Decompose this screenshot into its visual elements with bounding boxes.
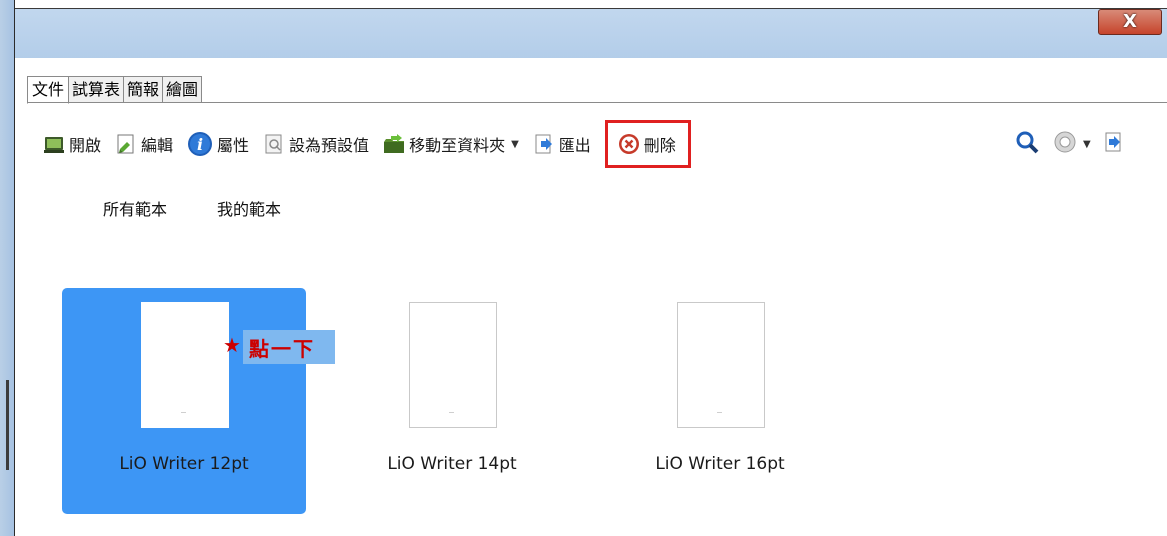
frame-notch <box>6 380 9 470</box>
chevron-down-icon[interactable]: ▼ <box>1083 139 1091 150</box>
template-item-14pt[interactable]: LiO Writer 14pt <box>330 288 574 514</box>
tab-drawings[interactable]: 繪圖 <box>162 76 203 103</box>
import-icon[interactable] <box>1103 131 1125 157</box>
template-thumbnail <box>677 302 765 428</box>
template-name: LiO Writer 16pt <box>655 454 785 474</box>
annotation-text: 點一下 <box>249 336 315 361</box>
tab-spreadsheets[interactable]: 試算表 <box>68 76 125 103</box>
tab-documents[interactable]: 文件 <box>27 76 70 104</box>
edit-label: 編輯 <box>141 136 174 155</box>
move-to-folder-button[interactable]: 移動至資料夾 ▼ <box>383 128 519 160</box>
edit-icon <box>115 133 137 155</box>
gear-icon[interactable] <box>1053 130 1077 158</box>
properties-label: 屬性 <box>217 136 250 155</box>
set-default-icon <box>263 133 285 155</box>
close-button[interactable]: X <box>1098 9 1162 35</box>
search-icon[interactable] <box>1015 130 1039 158</box>
template-thumbnail <box>409 302 497 428</box>
template-name: LiO Writer 12pt <box>119 454 249 474</box>
toolbar: 開啟 編輯 i 屬性 設為預設值 移動至資料夾 ▼ 匯出 刪除 <box>43 120 705 168</box>
star-icon: ★ <box>223 333 241 357</box>
template-item-16pt[interactable]: LiO Writer 16pt <box>598 288 842 514</box>
open-icon <box>43 133 65 155</box>
properties-button[interactable]: i 屬性 <box>187 128 249 160</box>
delete-label: 刪除 <box>643 136 676 155</box>
set-default-label: 設為預設值 <box>289 136 370 155</box>
tab-divider <box>27 102 1167 103</box>
template-item-12pt[interactable]: LiO Writer 12pt ★ 點一下 <box>62 288 335 514</box>
svg-text:i: i <box>197 135 203 154</box>
my-templates-tab[interactable]: 我的範本 <box>217 196 281 220</box>
template-subtabs: 所有範本 我的範本 <box>103 196 331 220</box>
title-bar-top <box>15 0 1167 9</box>
move-to-folder-label: 移動至資料夾 <box>409 136 506 155</box>
toolbar-right: ▼ <box>1015 128 1125 160</box>
info-icon: i <box>187 131 213 157</box>
template-thumbnail <box>141 302 229 428</box>
export-icon <box>533 133 555 155</box>
chevron-down-icon[interactable]: ▼ <box>511 139 519 150</box>
edit-button[interactable]: 編輯 <box>115 128 173 160</box>
move-folder-icon <box>383 133 405 155</box>
template-name: LiO Writer 14pt <box>387 454 517 474</box>
template-manager-body: 文件 試算表 簡報 繪圖 開啟 編輯 i 屬性 設為預設值 移動至資料夾 ▼ 匯… <box>15 58 1167 536</box>
window-left-frame <box>0 0 15 536</box>
tab-presentations[interactable]: 簡報 <box>123 76 164 103</box>
delete-icon <box>618 133 640 155</box>
open-label: 開啟 <box>69 136 102 155</box>
click-annotation: ★ 點一下 <box>223 330 335 364</box>
category-tabs: 文件 試算表 簡報 繪圖 <box>27 76 203 104</box>
export-button[interactable]: 匯出 <box>533 128 591 160</box>
export-label: 匯出 <box>558 136 591 155</box>
delete-button[interactable]: 刪除 <box>604 120 691 168</box>
open-button[interactable]: 開啟 <box>43 128 101 160</box>
all-templates-tab[interactable]: 所有範本 <box>103 196 167 220</box>
set-default-button[interactable]: 設為預設值 <box>263 128 369 160</box>
